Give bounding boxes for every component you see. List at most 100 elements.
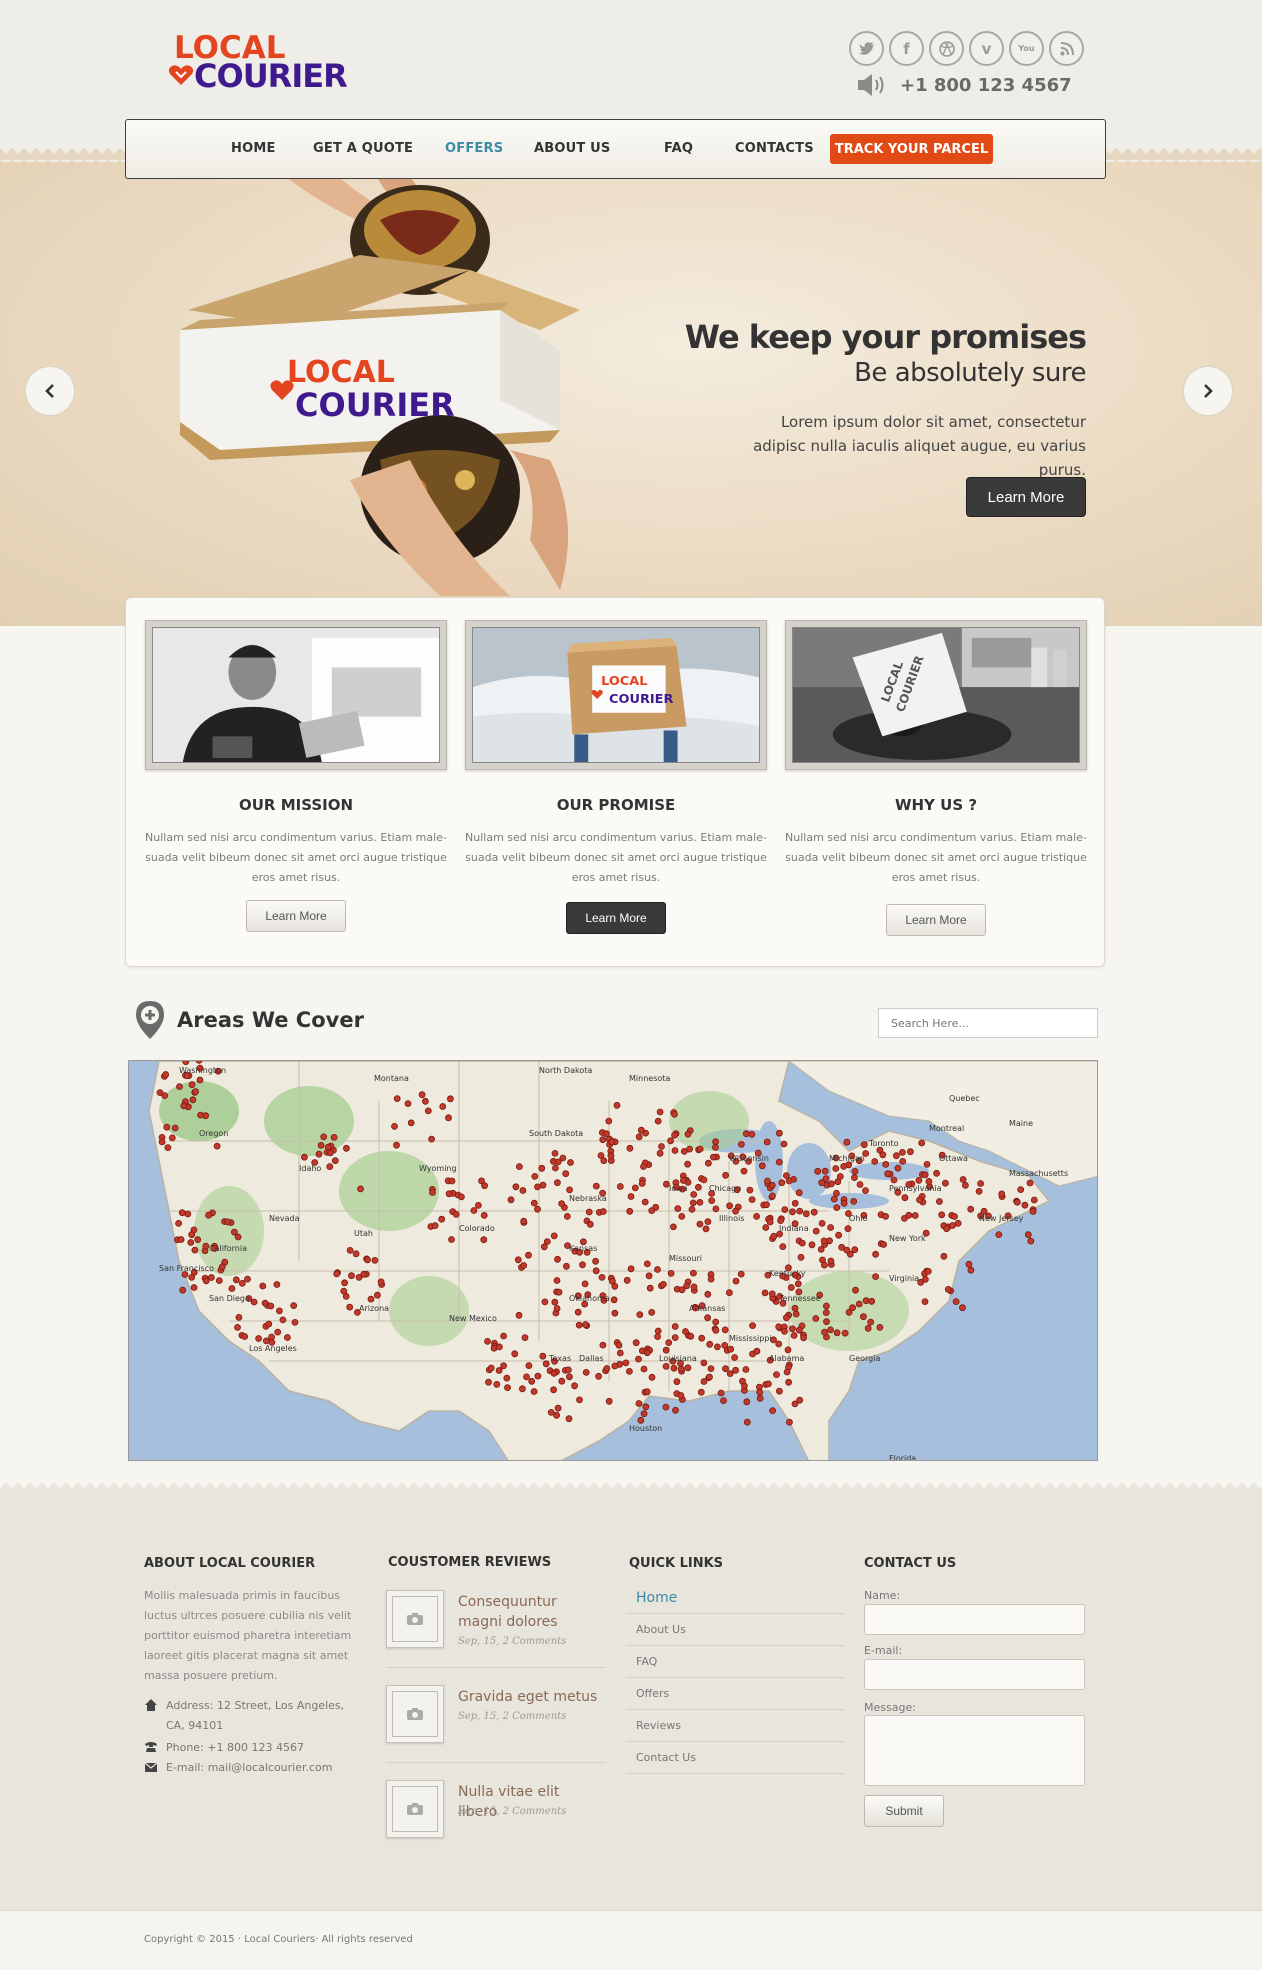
map-marker[interactable] (180, 1102, 188, 1110)
map-marker[interactable] (922, 1275, 929, 1283)
map-marker[interactable] (534, 1205, 541, 1213)
map-marker[interactable] (977, 1180, 984, 1187)
map-marker[interactable] (611, 1309, 619, 1317)
map-marker[interactable] (852, 1286, 859, 1294)
map-marker[interactable] (790, 1332, 798, 1339)
map-marker[interactable] (667, 1137, 674, 1145)
map-marker[interactable] (933, 1169, 940, 1177)
map-marker[interactable] (484, 1337, 491, 1345)
map-marker[interactable] (832, 1165, 840, 1172)
map-marker[interactable] (495, 1343, 503, 1351)
map-marker[interactable] (781, 1327, 788, 1335)
map-marker[interactable] (795, 1326, 803, 1334)
map-marker[interactable] (600, 1157, 608, 1165)
map-marker[interactable] (758, 1162, 766, 1170)
map-marker[interactable] (700, 1359, 708, 1367)
map-marker[interactable] (445, 1114, 452, 1122)
map-marker[interactable] (283, 1334, 291, 1341)
map-marker[interactable] (208, 1274, 215, 1281)
map-marker[interactable] (671, 1334, 679, 1342)
map-marker[interactable] (721, 1326, 729, 1334)
phone-number[interactable]: +1 800 123 4567 (900, 75, 1072, 96)
map-marker[interactable] (342, 1292, 350, 1300)
map-marker[interactable] (156, 1089, 164, 1097)
map-marker[interactable] (677, 1392, 685, 1399)
map-marker[interactable] (188, 1273, 196, 1281)
map-marker[interactable] (528, 1377, 536, 1385)
map-marker[interactable] (446, 1095, 454, 1103)
map-marker[interactable] (429, 1189, 436, 1196)
map-marker[interactable] (326, 1149, 334, 1157)
map-marker[interactable] (916, 1196, 923, 1204)
map-marker[interactable] (783, 1368, 791, 1376)
map-marker[interactable] (424, 1107, 432, 1115)
map-marker[interactable] (998, 1190, 1006, 1198)
map-marker[interactable] (658, 1143, 665, 1150)
map-marker[interactable] (712, 1318, 720, 1326)
map-marker[interactable] (438, 1215, 446, 1223)
map-marker[interactable] (231, 1228, 238, 1236)
map-marker[interactable] (507, 1196, 515, 1204)
map-marker[interactable] (279, 1316, 287, 1324)
map-marker[interactable] (605, 1397, 613, 1405)
map-marker[interactable] (822, 1175, 830, 1182)
map-marker[interactable] (879, 1151, 887, 1159)
map-marker[interactable] (631, 1184, 639, 1192)
map-marker[interactable] (646, 1284, 654, 1292)
map-marker[interactable] (393, 1141, 400, 1149)
map-marker[interactable] (786, 1418, 793, 1426)
map-marker[interactable] (748, 1131, 756, 1138)
map-marker[interactable] (610, 1296, 618, 1304)
map-marker[interactable] (962, 1181, 969, 1189)
map-marker[interactable] (686, 1145, 693, 1153)
map-marker[interactable] (500, 1332, 508, 1340)
map-marker[interactable] (671, 1131, 678, 1139)
review-item[interactable]: Nulla vitae elit libero Sep, 15, 2 Comme… (386, 1780, 606, 1870)
map-marker[interactable] (539, 1181, 547, 1189)
map-marker[interactable] (637, 1416, 645, 1424)
map-marker[interactable] (660, 1280, 667, 1288)
map-marker[interactable] (706, 1373, 713, 1381)
map-marker[interactable] (690, 1269, 697, 1277)
map-marker[interactable] (845, 1308, 853, 1316)
map-marker[interactable] (680, 1177, 687, 1184)
map-marker[interactable] (648, 1207, 656, 1215)
map-marker[interactable] (582, 1368, 590, 1376)
map-marker[interactable] (769, 1407, 776, 1415)
map-marker[interactable] (880, 1241, 887, 1248)
map-marker[interactable] (525, 1251, 532, 1259)
map-marker[interactable] (611, 1362, 619, 1370)
map-marker[interactable] (1027, 1237, 1035, 1245)
map-marker[interactable] (688, 1205, 696, 1213)
map-marker[interactable] (470, 1207, 478, 1214)
map-marker[interactable] (742, 1366, 750, 1373)
map-marker[interactable] (794, 1280, 802, 1288)
map-marker[interactable] (851, 1174, 858, 1181)
map-marker[interactable] (784, 1346, 792, 1354)
map-marker[interactable] (1024, 1231, 1032, 1239)
map-marker[interactable] (748, 1196, 756, 1204)
map-marker[interactable] (554, 1158, 562, 1166)
map-marker[interactable] (698, 1334, 706, 1342)
map-marker[interactable] (951, 1213, 958, 1220)
map-marker[interactable] (940, 1252, 948, 1260)
map-marker[interactable] (599, 1136, 607, 1144)
map-marker[interactable] (678, 1212, 686, 1220)
map-marker[interactable] (592, 1182, 600, 1190)
map-marker[interactable] (367, 1295, 375, 1303)
map-marker[interactable] (712, 1143, 719, 1151)
map-marker[interactable] (541, 1298, 549, 1306)
map-marker[interactable] (530, 1388, 538, 1395)
map-marker[interactable] (599, 1341, 607, 1349)
map-marker[interactable] (562, 1170, 570, 1178)
map-marker[interactable] (844, 1225, 852, 1233)
map-marker[interactable] (241, 1333, 249, 1340)
map-marker[interactable] (547, 1408, 555, 1416)
map-marker[interactable] (763, 1201, 770, 1209)
map-marker[interactable] (684, 1130, 692, 1138)
map-marker[interactable] (238, 1279, 246, 1287)
map-marker[interactable] (554, 1404, 562, 1412)
map-marker[interactable] (836, 1173, 844, 1180)
map-marker[interactable] (534, 1183, 541, 1191)
map-marker[interactable] (704, 1290, 712, 1298)
